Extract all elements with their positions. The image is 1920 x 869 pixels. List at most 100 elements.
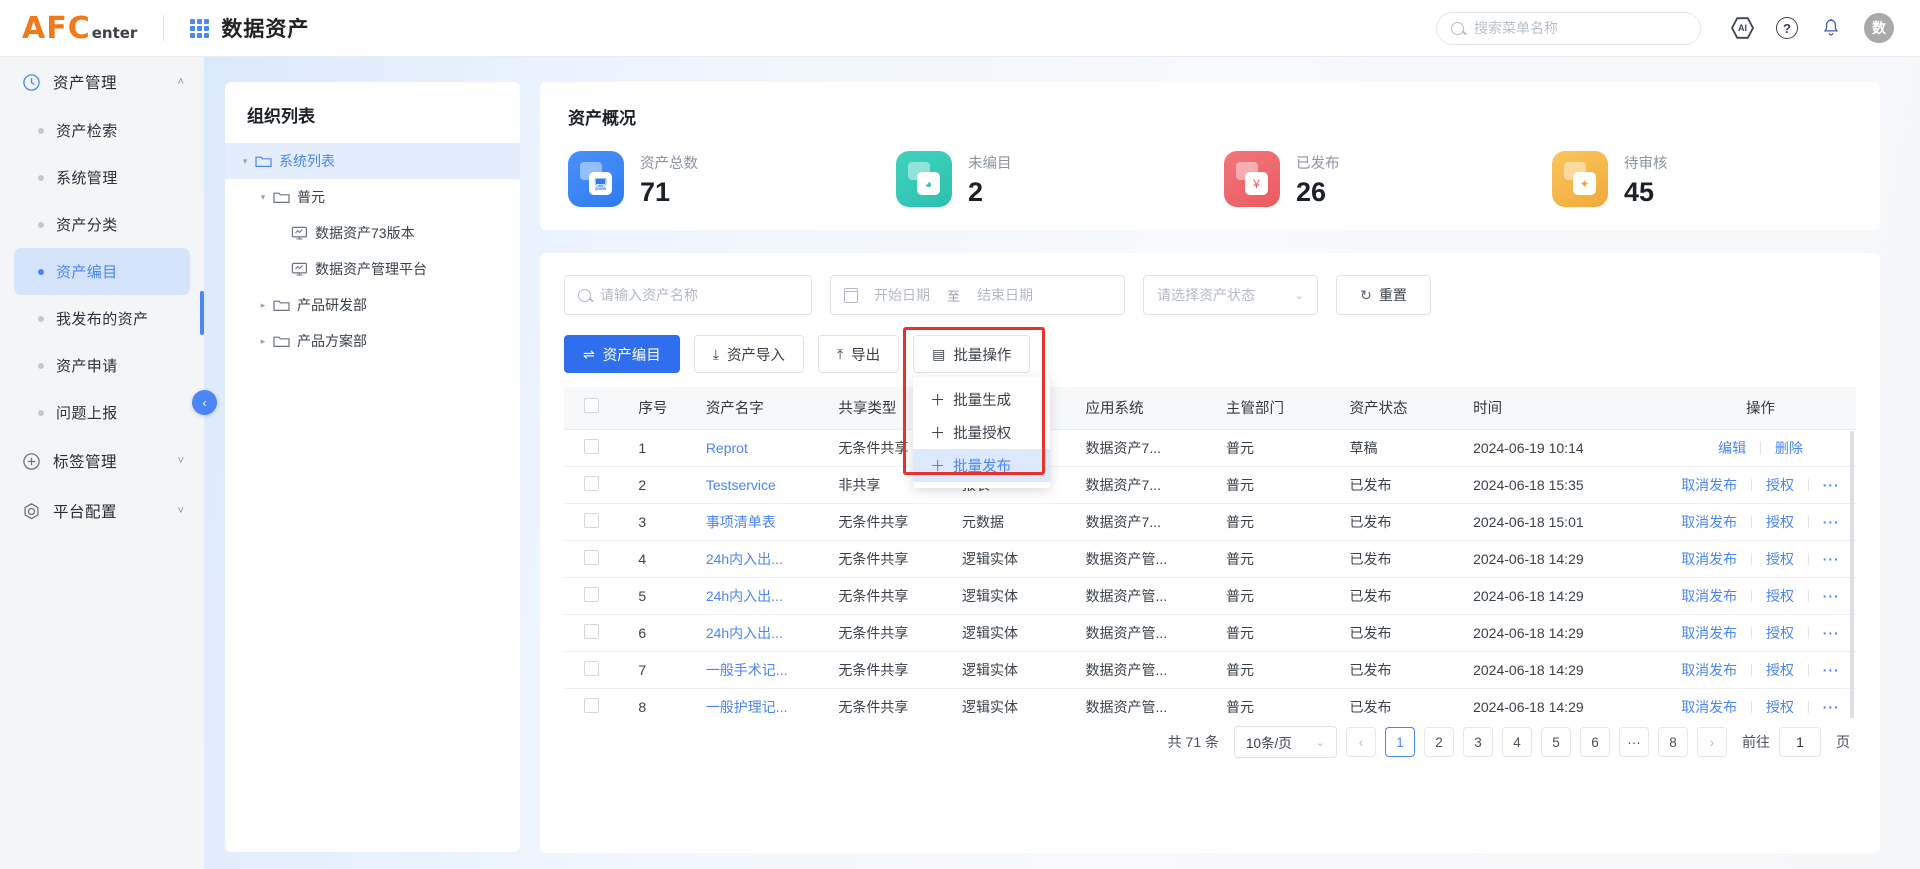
cell-asset-name[interactable]: Reprot: [689, 429, 823, 467]
tree-node-asset73[interactable]: 数据资产73版本: [225, 215, 520, 251]
export-button[interactable]: ⤒ 导出: [817, 335, 900, 373]
brand-logo[interactable]: AFC enter: [22, 11, 137, 46]
cell-asset-name[interactable]: 24h内入出...: [689, 614, 823, 652]
table-row[interactable]: 3 事项清单表 无条件共享 元数据 数据资产7... 普元 已发布 2024-0…: [564, 503, 1856, 541]
table-row[interactable]: 6 24h内入出... 无条件共享 逻辑实体 数据资产管... 普元 已发布 2…: [564, 614, 1856, 652]
table-row[interactable]: 2 Testservice 非共享 报表 数据资产7... 普元 已发布 202…: [564, 466, 1856, 504]
row-checkbox[interactable]: [584, 475, 599, 491]
bell-icon[interactable]: [1820, 17, 1842, 39]
asset-name-input[interactable]: [600, 287, 790, 303]
page-button-8[interactable]: 8: [1658, 727, 1688, 757]
row-checkbox[interactable]: [584, 438, 599, 454]
row-checkbox[interactable]: [584, 549, 599, 565]
tree-node-rnd-dept[interactable]: ▸ 产品研发部: [225, 287, 520, 323]
row-checkbox[interactable]: [584, 586, 599, 602]
unpublish-link[interactable]: 取消发布: [1681, 625, 1737, 641]
row-checkbox[interactable]: [584, 623, 599, 639]
page-button-2[interactable]: 2: [1424, 727, 1454, 757]
tree-node-system-list[interactable]: ▾ 系统列表: [225, 143, 520, 179]
sidebar-group-platform-config[interactable]: 平台配置 ˅: [0, 486, 204, 536]
help-icon[interactable]: ?: [1776, 17, 1798, 39]
more-options-icon[interactable]: ···: [1823, 699, 1840, 715]
unpublish-link[interactable]: 取消发布: [1681, 551, 1737, 567]
unpublish-link[interactable]: 取消发布: [1681, 588, 1737, 604]
sidebar-collapse-button[interactable]: ‹: [192, 390, 217, 415]
page-button-3[interactable]: 3: [1463, 727, 1493, 757]
asset-name-filter[interactable]: [564, 275, 812, 315]
menu-item-batch-generate[interactable]: ＋ 批量生成: [913, 383, 1050, 416]
sidebar-item-asset-classification[interactable]: 资产分类: [14, 201, 190, 248]
batch-operation-button[interactable]: ▤ 批量操作: [913, 335, 1031, 373]
sidebar-item-asset-catalog[interactable]: 资产编目: [14, 248, 190, 295]
reset-button[interactable]: ↻ 重置: [1336, 275, 1431, 315]
sidebar-item-system-management[interactable]: 系统管理: [14, 154, 190, 201]
page-button-6[interactable]: 6: [1580, 727, 1610, 757]
sidebar-item-asset-application[interactable]: 资产申请: [14, 342, 190, 389]
sidebar-group-tag-management[interactable]: 标签管理 ˅: [0, 436, 204, 486]
search-input[interactable]: [1474, 20, 1654, 36]
tree-node-solution-dept[interactable]: ▸ 产品方案部: [225, 323, 520, 359]
asset-import-button[interactable]: ⤓ 资产导入: [693, 335, 804, 373]
date-range-filter[interactable]: 开始日期 至 结束日期: [830, 275, 1125, 315]
unpublish-link[interactable]: 取消发布: [1681, 699, 1737, 715]
unpublish-link[interactable]: 取消发布: [1681, 514, 1737, 530]
table-row[interactable]: 1 Reprot 无条件共享 数据资产7... 普元 草稿 2024-06-19…: [564, 429, 1856, 467]
authorize-link[interactable]: 授权: [1766, 625, 1794, 641]
row-checkbox[interactable]: [584, 512, 599, 528]
sidebar-item-my-published-assets[interactable]: 我发布的资产: [14, 295, 190, 342]
more-options-icon[interactable]: ···: [1823, 514, 1840, 530]
sidebar-item-asset-search[interactable]: 资产检索: [14, 107, 190, 154]
avatar[interactable]: 数: [1864, 13, 1894, 43]
cell-asset-name[interactable]: 事项清单表: [689, 503, 823, 541]
more-options-icon[interactable]: ···: [1823, 662, 1840, 678]
table-row[interactable]: 7 一般手术记... 无条件共享 逻辑实体 数据资产管... 普元 已发布 20…: [564, 651, 1856, 689]
tree-node-asset-platform[interactable]: 数据资产管理平台: [225, 251, 520, 287]
more-options-icon[interactable]: ···: [1823, 477, 1840, 493]
sidebar-group-asset-management[interactable]: 资产管理 ˄: [0, 57, 204, 107]
cell-asset-name[interactable]: 24h内入出...: [689, 540, 823, 578]
row-checkbox[interactable]: [584, 697, 599, 713]
table-row[interactable]: 5 24h内入出... 无条件共享 逻辑实体 数据资产管... 普元 已发布 2…: [564, 577, 1856, 615]
select-all-checkbox[interactable]: [584, 398, 599, 414]
table-vertical-scrollbar[interactable]: [1850, 431, 1854, 718]
table-row[interactable]: 4 24h内入出... 无条件共享 逻辑实体 数据资产管... 普元 已发布 2…: [564, 540, 1856, 578]
page-ellipsis-button[interactable]: ···: [1619, 727, 1649, 757]
authorize-link[interactable]: 授权: [1766, 477, 1794, 493]
menu-item-batch-publish[interactable]: ＋ 批量发布: [913, 449, 1051, 482]
chevron-right-icon[interactable]: ▸: [255, 300, 271, 311]
cell-asset-name[interactable]: 一般手术记...: [689, 651, 823, 689]
page-button-5[interactable]: 5: [1541, 727, 1571, 757]
sidebar-item-issue-report[interactable]: 问题上报: [14, 389, 190, 436]
next-page-button[interactable]: ›: [1697, 727, 1727, 757]
authorize-link[interactable]: 授权: [1766, 588, 1794, 604]
row-checkbox[interactable]: [584, 660, 599, 676]
page-size-select[interactable]: 10条/页 ⌄: [1234, 726, 1337, 758]
goto-page-input[interactable]: [1779, 727, 1821, 757]
ai-assistant-icon[interactable]: AI: [1731, 17, 1754, 40]
authorize-link[interactable]: 授权: [1766, 662, 1794, 678]
more-options-icon[interactable]: ···: [1823, 551, 1840, 567]
grid-icon[interactable]: [190, 18, 210, 38]
authorize-link[interactable]: 授权: [1766, 699, 1794, 715]
delete-link[interactable]: 删除: [1775, 440, 1803, 456]
prev-page-button[interactable]: ‹: [1346, 727, 1376, 757]
menu-item-batch-authorize[interactable]: ＋ 批量授权: [913, 416, 1050, 449]
table-row[interactable]: 8 一般护理记... 无条件共享 逻辑实体 数据资产管... 普元 已发布 20…: [564, 688, 1856, 718]
menu-search-box[interactable]: [1436, 11, 1701, 45]
more-options-icon[interactable]: ···: [1823, 625, 1840, 641]
cell-asset-name[interactable]: Testservice: [689, 466, 823, 504]
authorize-link[interactable]: 授权: [1766, 551, 1794, 567]
page-button-4[interactable]: 4: [1502, 727, 1532, 757]
chevron-right-icon[interactable]: ▸: [255, 336, 271, 347]
unpublish-link[interactable]: 取消发布: [1681, 662, 1737, 678]
chevron-down-icon[interactable]: ▾: [255, 192, 271, 203]
chevron-down-icon[interactable]: ▾: [237, 156, 253, 167]
cell-asset-name[interactable]: 一般护理记...: [689, 688, 823, 718]
edit-link[interactable]: 编辑: [1718, 440, 1746, 456]
page-button-1[interactable]: 1: [1385, 727, 1415, 757]
cell-asset-name[interactable]: 24h内入出...: [689, 577, 823, 615]
asset-catalog-button[interactable]: ⇌ 资产编目: [564, 335, 680, 373]
unpublish-link[interactable]: 取消发布: [1681, 477, 1737, 493]
asset-status-select[interactable]: 请选择资产状态 ⌄: [1143, 275, 1318, 315]
more-options-icon[interactable]: ···: [1823, 588, 1840, 604]
